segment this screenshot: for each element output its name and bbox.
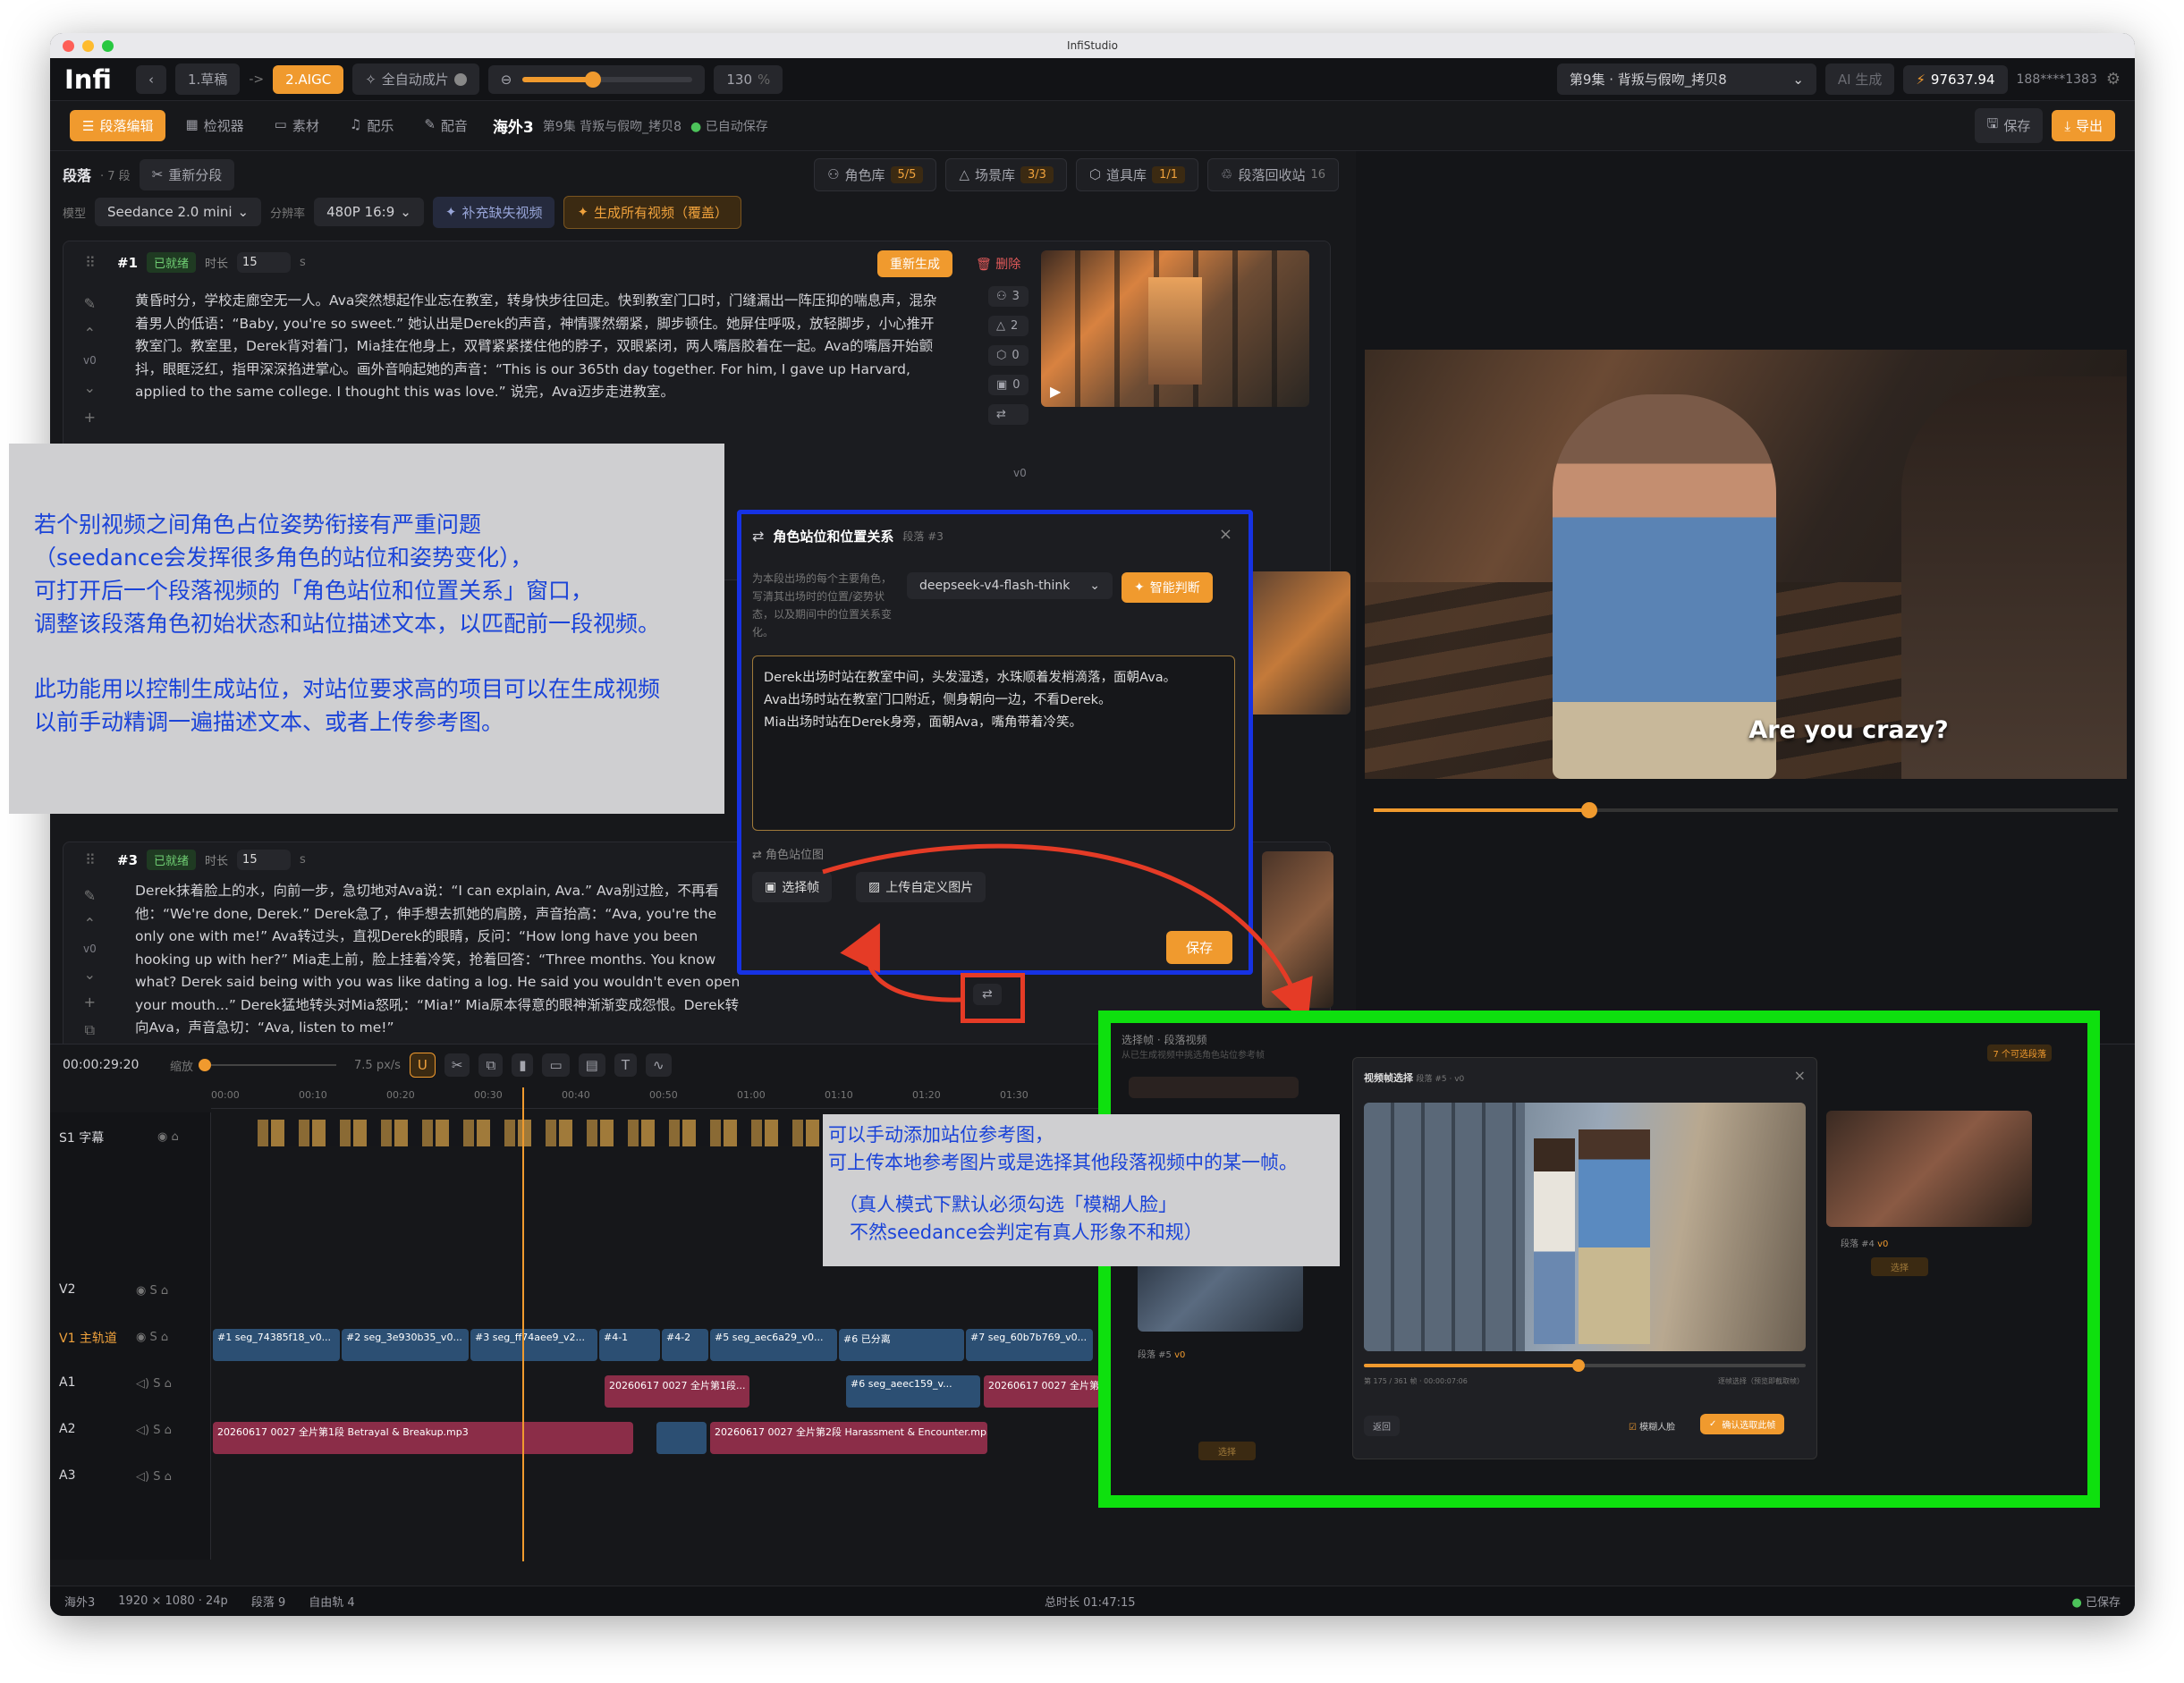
frame-slider[interactable]	[1364, 1359, 1806, 1372]
note-line: 不然seedance会判定有真人形象不和规）	[850, 1222, 1203, 1243]
frame-figure-b	[1579, 1129, 1650, 1344]
picker-bg-label: 段落 #5 v0	[1138, 1347, 1185, 1360]
arrow-to-picker	[822, 843, 1313, 1026]
blur-face-checkbox[interactable]: ☑ 模糊人脸	[1629, 1419, 1675, 1433]
close-icon[interactable]: ×	[1794, 1067, 1806, 1084]
note-line: （真人模式下默认必须勾选「模糊人脸」	[839, 1194, 1177, 1215]
seg5-label: 段落 #5	[1138, 1350, 1172, 1360]
frame-picker-dialog[interactable]: 视频帧选择 段落 #5 · v0 × 第 175 / 361 帧 · 00:00…	[1352, 1057, 1817, 1459]
confirm-frame-label: 确认选取此帧	[1722, 1421, 1776, 1431]
back-button[interactable]: 返回	[1364, 1416, 1400, 1436]
blur-face-label: 模糊人脸	[1639, 1423, 1676, 1433]
v0-label: v0	[1174, 1350, 1186, 1360]
picker-bg-title: 选择帧 · 段落视频	[1122, 1034, 1207, 1046]
choose-button[interactable]: 选择	[1198, 1442, 1256, 1460]
frame-hint: 逐帧选择（预览即截取帧）	[1718, 1377, 1804, 1385]
confirm-frame-button[interactable]: ✓ 确认选取此帧	[1700, 1414, 1785, 1434]
picker-bg-strip	[1129, 1077, 1299, 1098]
frame-preview-image[interactable]	[1364, 1103, 1806, 1351]
note-line: 可上传本地参考图片或是选择其他段落视频中的某一帧。	[828, 1152, 1298, 1173]
segment-4-thumbnail[interactable]	[1826, 1111, 2032, 1227]
note-line: 可以手动添加站位参考图，	[828, 1124, 1054, 1146]
picker-header: 视频帧选择 段落 #5 · v0	[1364, 1070, 1464, 1085]
frame-counter: 第 175 / 361 帧 · 00:00:07:06	[1364, 1377, 1468, 1385]
frame-slider-progress	[1364, 1364, 1579, 1367]
picker-subtitle: 段落 #5 · v0	[1416, 1075, 1465, 1084]
arrow-to-dialog	[840, 923, 961, 1002]
frame-slider-knob[interactable]	[1571, 1359, 1585, 1372]
annotation-note-2: 可以手动添加站位参考图， 可上传本地参考图片或是选择其他段落视频中的某一帧。 （…	[823, 1114, 1340, 1266]
checkbox-icon: ☑	[1629, 1423, 1637, 1433]
seg4-label: 段落 #4 v0	[1841, 1236, 1888, 1249]
picker-title: 视频帧选择	[1364, 1072, 1413, 1084]
v0-label: v0	[1877, 1239, 1889, 1249]
choose-button[interactable]: 选择	[1871, 1257, 1928, 1276]
picker-bg-subtitle: 从已生成视频中挑选角色站位参考帧	[1122, 1051, 1265, 1061]
seg4-text: 段落 #4	[1841, 1239, 1875, 1249]
frame-figure-a	[1534, 1138, 1575, 1344]
picker-bg-header: 选择帧 · 段落视频 从已生成视频中挑选角色站位参考帧	[1122, 1032, 1265, 1061]
picker-bg-badge: 7 个可选段落	[1987, 1044, 2052, 1061]
check-icon: ✓	[1709, 1419, 1717, 1429]
